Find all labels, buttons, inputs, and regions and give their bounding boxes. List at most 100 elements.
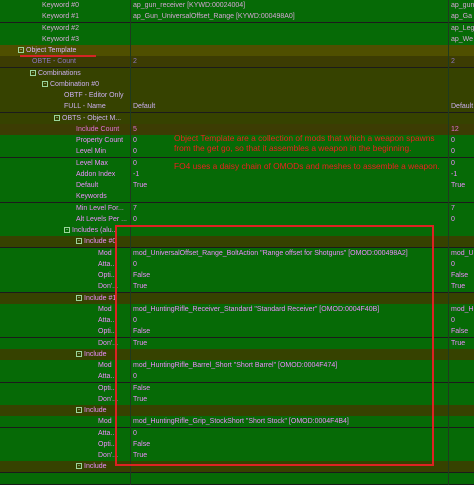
tree-row[interactable]: OBTF - Editor Only (0, 90, 474, 101)
tree-row-compare-value[interactable]: 0 (449, 158, 474, 169)
tree-row-name: Addon Index (0, 169, 131, 180)
tree-row-value[interactable] (131, 191, 449, 202)
tree-row-name (0, 473, 131, 484)
tree-row-compare-value[interactable]: -1 (449, 169, 474, 180)
tree-row[interactable]: Alt Levels Per ... 0 0 (0, 213, 474, 225)
tree-row-value[interactable]: 0 (131, 214, 449, 225)
tree-row-compare-value[interactable] (449, 68, 474, 79)
annotation-underline (20, 55, 96, 57)
collapse-toggle-icon[interactable]: - (18, 47, 24, 54)
tree-row-compare-value[interactable] (449, 236, 474, 247)
tree-row-name: Don'... (0, 394, 131, 405)
tree-row-label: FULL - Name (64, 103, 106, 111)
tree-row-name: Don'... (0, 281, 131, 292)
tree-row[interactable]: Min Level For... 7 7 (0, 202, 474, 214)
tree-row-value[interactable]: 2 (131, 56, 449, 67)
tree-row-value[interactable]: ap_gun_receiver [KYWD:00024004] (131, 0, 449, 11)
tree-row-compare-value[interactable]: mod_U (449, 248, 474, 259)
collapse-toggle-icon[interactable]: - (76, 407, 82, 414)
tree-row-compare-value[interactable]: 0 (449, 259, 474, 270)
tree-row-compare-value[interactable]: Default (449, 101, 474, 112)
tree-row-name: Don'... (0, 338, 131, 349)
tree-row-label: Atta... (98, 317, 117, 324)
tree-row-value[interactable] (131, 23, 449, 34)
collapse-toggle-icon[interactable]: - (64, 227, 70, 234)
tree-row-label: Combinations (38, 69, 81, 77)
tree-row-value[interactable]: ap_Gun_UniversalOffset_Range [KYWD:00049… (131, 11, 449, 22)
tree-row-compare-value[interactable]: False (449, 270, 474, 281)
tree-row-compare-value[interactable]: ap_We (449, 34, 474, 45)
tree-row-value[interactable] (131, 79, 449, 90)
tree-row-value[interactable]: 7 (131, 203, 449, 214)
tree-row-compare-value[interactable] (449, 461, 474, 472)
tree-row-compare-value[interactable] (449, 416, 474, 427)
tree-row-compare-value[interactable] (449, 360, 474, 371)
tree-row-compare-value[interactable] (449, 405, 474, 416)
tree-row-compare-value[interactable] (449, 371, 474, 382)
tree-row-name: Atta... (0, 428, 131, 439)
tree-row-compare-value[interactable]: 0 (449, 315, 474, 326)
tree-row-compare-value[interactable] (449, 113, 474, 124)
tree-row-compare-value[interactable]: ap_gun (449, 0, 474, 11)
tree-row-compare-value[interactable]: 0 (449, 214, 474, 225)
tree-row-name: Alt Levels Per ... (0, 214, 131, 225)
tree-row-compare-value[interactable]: mod_H (449, 304, 474, 315)
tree-row-compare-value[interactable] (449, 450, 474, 461)
tree-row-compare-value[interactable]: 0 (449, 135, 474, 146)
tree-row-label: Include #0 (84, 238, 117, 246)
tree-row-compare-value[interactable] (449, 79, 474, 90)
tree-row-compare-value[interactable]: False (449, 326, 474, 337)
tree-row-compare-value[interactable]: ap_Leg (449, 23, 474, 34)
tree-row-compare-value[interactable] (449, 293, 474, 304)
tree-row[interactable] (0, 472, 474, 484)
collapse-toggle-icon[interactable]: - (54, 114, 60, 121)
tree-row-compare-value[interactable]: 2 (449, 56, 474, 67)
tree-row-value[interactable] (131, 34, 449, 45)
tree-row-compare-value[interactable]: 12 (449, 124, 474, 135)
column-divider[interactable] (448, 0, 449, 485)
tree-row-compare-value[interactable]: 7 (449, 203, 474, 214)
tree-row[interactable]: Keywords (0, 191, 474, 203)
collapse-toggle-icon[interactable]: - (76, 350, 82, 357)
tree-row-label: Include (84, 350, 107, 358)
tree-row[interactable]: Default True True (0, 180, 474, 191)
tree-row-compare-value[interactable] (449, 439, 474, 450)
tree-row-compare-value[interactable] (449, 90, 474, 101)
tree-row-value[interactable] (131, 113, 449, 124)
tree-row-value[interactable]: True (131, 180, 449, 191)
tree-row-name: Level Min (0, 146, 131, 157)
tree-row-compare-value[interactable]: ap_Ga (449, 11, 474, 22)
tree-row[interactable]: Keyword #1 ap_Gun_UniversalOffset_Range [… (0, 11, 474, 23)
tree-row-compare-value[interactable] (449, 394, 474, 405)
tree-row[interactable]: Keyword #2 ap_Leg (0, 22, 474, 34)
tree-row-value[interactable] (131, 473, 449, 484)
tree-row-compare-value[interactable]: True (449, 180, 474, 191)
tree-row-compare-value[interactable] (449, 428, 474, 439)
tree-row-compare-value[interactable]: True (449, 338, 474, 349)
tree-row-value[interactable] (131, 90, 449, 101)
collapse-toggle-icon[interactable]: - (76, 463, 82, 470)
tree-row-compare-value[interactable]: True (449, 281, 474, 292)
tree-row[interactable]: Keyword #3 ap_We (0, 33, 474, 45)
tree-row-value[interactable] (131, 45, 449, 56)
tree-row[interactable]: - Combinations (0, 67, 474, 79)
tree-row-compare-value[interactable] (449, 349, 474, 360)
tree-row-label: Default (76, 182, 99, 189)
tree-row-value[interactable]: Default (131, 101, 449, 112)
tree-row-compare-value[interactable] (449, 383, 474, 394)
tree-row-compare-value[interactable]: 0 (449, 146, 474, 157)
collapse-toggle-icon[interactable]: - (42, 80, 48, 87)
tree-row[interactable]: FULL - Name Default Default (0, 101, 474, 113)
collapse-toggle-icon[interactable]: - (30, 69, 36, 76)
tree-row-compare-value[interactable] (449, 225, 474, 236)
tree-row[interactable]: - Combination #0 (0, 78, 474, 90)
tree-row-compare-value[interactable] (449, 473, 474, 484)
tree-row[interactable]: OBTE - Count 2 2 (0, 56, 474, 68)
collapse-toggle-icon[interactable]: - (76, 238, 82, 245)
tree-row[interactable]: - OBTS - Object M... (0, 112, 474, 124)
collapse-toggle-icon[interactable]: - (76, 294, 82, 301)
tree-row[interactable]: Keyword #0 ap_gun_receiver [KYWD:00024004… (0, 0, 474, 11)
tree-row-compare-value[interactable] (449, 45, 474, 56)
tree-row-compare-value[interactable] (449, 191, 474, 202)
tree-row-value[interactable] (131, 68, 449, 79)
